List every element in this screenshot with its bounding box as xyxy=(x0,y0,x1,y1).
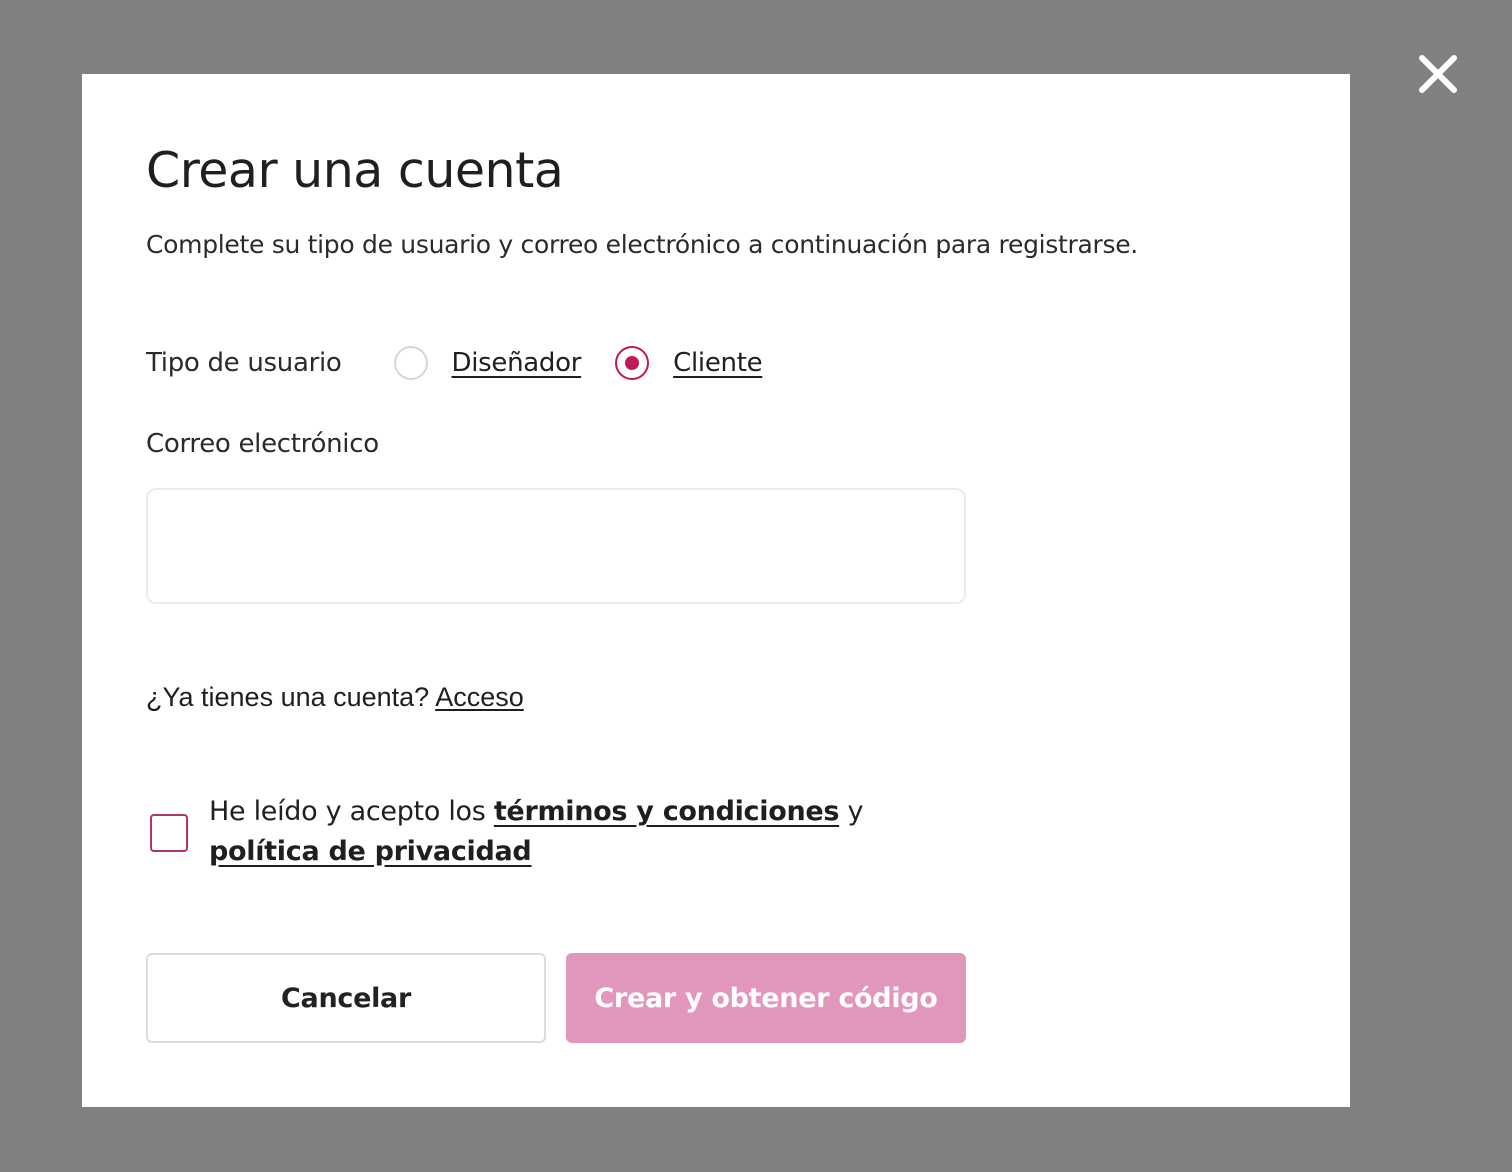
privacy-link[interactable]: política de privacidad xyxy=(209,836,532,867)
modal-title: Crear una cuenta xyxy=(146,142,564,199)
terms-link[interactable]: términos y condiciones xyxy=(494,796,840,827)
radio-cliente[interactable] xyxy=(615,346,650,380)
modal-overlay: Crear una cuenta Complete su tipo de usu… xyxy=(0,0,1512,1172)
login-prompt: ¿Ya tienes una cuenta? Acceso xyxy=(146,682,524,713)
modal-subtitle: Complete su tipo de usuario y correo ele… xyxy=(146,230,1138,259)
terms-checkbox[interactable] xyxy=(150,814,188,852)
close-button[interactable] xyxy=(1414,50,1462,98)
terms-text: He leído y acepto los términos y condici… xyxy=(209,792,929,872)
radio-selected-dot xyxy=(625,356,640,370)
cancel-button[interactable]: Cancelar xyxy=(146,953,546,1043)
radio-label-disenador[interactable]: Diseñador xyxy=(452,348,582,378)
create-account-button[interactable]: Crear y obtener código xyxy=(566,953,966,1043)
signup-modal: Crear una cuenta Complete su tipo de usu… xyxy=(82,74,1350,1107)
login-link[interactable]: Acceso xyxy=(435,682,524,712)
radio-label-cliente[interactable]: Cliente xyxy=(673,348,762,378)
login-prompt-text: ¿Ya tienes una cuenta? xyxy=(146,682,430,712)
terms-joiner: y xyxy=(847,796,864,827)
user-type-label: Tipo de usuario xyxy=(146,348,342,378)
terms-prefix: He leído y acepto los xyxy=(209,796,486,827)
email-label: Correo electrónico xyxy=(146,429,379,459)
radio-disenador[interactable] xyxy=(393,346,428,380)
close-icon xyxy=(1419,55,1457,93)
email-field[interactable] xyxy=(146,488,966,604)
user-type-group: Tipo de usuario Diseñador Cliente xyxy=(146,342,763,384)
